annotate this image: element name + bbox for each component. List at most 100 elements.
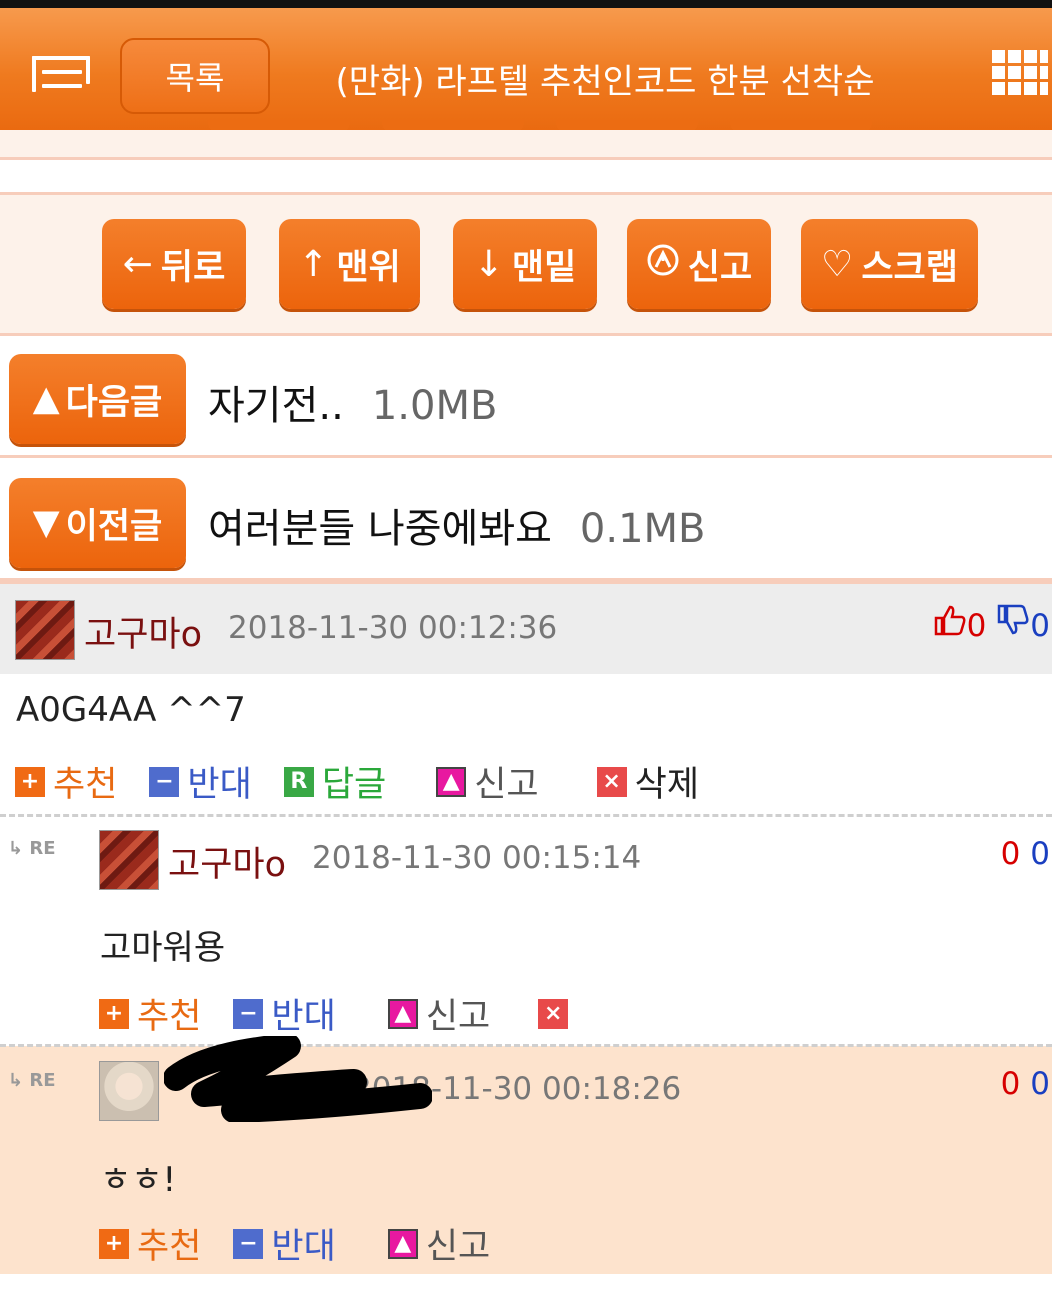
next-post-button[interactable]: ▲ 다음글 — [9, 354, 186, 444]
oppose-label: 반대 — [271, 1227, 336, 1267]
upvote-count: 0 — [1000, 836, 1021, 872]
comment-time: 2018-11-30 00:12:36 — [228, 610, 558, 646]
back-label: 뒤로 — [160, 247, 226, 288]
re-label: RE — [29, 838, 56, 859]
arrow-down-icon: ↓ — [473, 243, 504, 285]
prev-post-label: 이전글 — [65, 506, 163, 547]
upvote-count: 0 — [966, 608, 987, 644]
downvote-count: 0 — [1030, 1066, 1050, 1102]
minus-icon: − — [233, 998, 264, 1029]
comment-text: 고마워용 — [100, 928, 226, 968]
delete-button[interactable]: × 삭제 — [596, 756, 700, 807]
redaction-scribble — [164, 1036, 432, 1122]
avatar[interactable] — [99, 1061, 159, 1121]
comment-divider — [0, 1044, 1052, 1047]
prev-post-title: 여러분들 나중에봐요 — [208, 506, 552, 552]
upvote-count: 0 — [1000, 1066, 1021, 1102]
menu-icon[interactable] — [32, 56, 90, 92]
close-icon: × — [538, 998, 569, 1029]
top-button[interactable]: ↑ 맨위 — [279, 219, 420, 309]
back-button[interactable]: ← 뒤로 — [102, 219, 246, 309]
reply-button[interactable]: R 답글 — [283, 756, 387, 807]
plus-icon: + — [15, 766, 45, 797]
close-icon: × — [596, 766, 627, 797]
downvote-count: 0 — [1030, 608, 1050, 644]
report-comment-button[interactable]: ▲ 신고 — [436, 756, 539, 807]
oppose-button[interactable]: − 반대 — [233, 988, 336, 1039]
arrow-up-icon: ↑ — [298, 243, 329, 285]
arrow-left-icon: ← — [122, 243, 153, 285]
next-post-label: 다음글 — [65, 382, 163, 423]
reply-arrow-icon: ↳ RE — [8, 838, 56, 859]
comment-text: ㅎㅎ! — [100, 1160, 177, 1200]
comment-author[interactable]: 고구마o — [168, 836, 286, 887]
report-comment-label: 신고 — [425, 1227, 491, 1267]
bottom-label: 맨밑 — [511, 247, 577, 288]
comment-votes: 0 0 — [933, 604, 1050, 644]
plus-icon: + — [99, 998, 129, 1029]
recommend-button[interactable]: + 추천 — [99, 1218, 201, 1269]
prev-post-button[interactable]: ▼ 이전글 — [9, 478, 186, 568]
oppose-button[interactable]: − 반대 — [149, 756, 252, 807]
re-label: RE — [29, 1070, 56, 1091]
downvote-count: 0 — [1030, 836, 1050, 872]
next-post-link[interactable]: 자기전.. 1.0MB — [208, 373, 497, 431]
comment-votes: 0 0 — [1001, 1066, 1050, 1102]
siren-icon: ▲ — [436, 766, 467, 797]
delete-label: 삭제 — [634, 765, 700, 805]
recommend-label: 추천 — [137, 997, 202, 1037]
oppose-label: 반대 — [271, 997, 336, 1037]
report-comment-button[interactable]: ▲ 신고 — [387, 1218, 491, 1269]
siren-icon: ▲ — [387, 998, 418, 1029]
scrap-button[interactable]: ♡ 스크랩 — [801, 219, 978, 309]
plus-icon: + — [99, 1228, 129, 1259]
comment-actions: + 추천 − 반대 ▲ 신고 — [99, 1218, 522, 1269]
minus-icon: − — [149, 766, 180, 797]
report-button[interactable]: 신고 — [627, 219, 771, 309]
grid-menu-icon[interactable] — [992, 50, 1048, 106]
list-button[interactable]: 목록 — [120, 38, 270, 114]
header-bottom-strip — [0, 130, 1052, 160]
reply-r-icon: R — [283, 766, 314, 797]
triangle-up-icon: ▲ — [32, 379, 60, 419]
comment-author[interactable]: 고구마o — [84, 606, 202, 657]
scrap-label: 스크랩 — [861, 247, 958, 288]
minus-icon: − — [233, 1228, 264, 1259]
next-post-size: 1.0MB — [371, 383, 498, 429]
comment-time: 2018-11-30 00:15:14 — [312, 840, 642, 876]
app-header: 목록 (만화) 라프텔 추천인코드 한분 선착순 — [0, 8, 1052, 130]
prev-post-link[interactable]: 여러분들 나중에봐요 0.1MB — [208, 496, 706, 554]
page-title: (만화) 라프텔 추천인코드 한분 선착순 — [335, 62, 875, 102]
top-label: 맨위 — [336, 247, 401, 288]
thumbs-down-icon[interactable] — [996, 604, 1030, 644]
comment-text: A0G4AA ^^7 — [16, 690, 246, 730]
next-post-row[interactable]: ▲ 다음글 자기전.. 1.0MB — [0, 338, 1052, 458]
report-comment-label: 신고 — [425, 997, 491, 1037]
report-label: 신고 — [687, 247, 753, 288]
recommend-label: 추천 — [53, 765, 118, 805]
bottom-button[interactable]: ↓ 맨밑 — [453, 219, 597, 309]
recommend-button[interactable]: + 추천 — [15, 756, 117, 807]
reply-arrow-icon: ↳ RE — [8, 1070, 56, 1091]
comment-divider — [0, 814, 1052, 817]
comment-votes: 0 0 — [1001, 836, 1050, 872]
reply-label: 답글 — [321, 765, 387, 805]
recommend-button[interactable]: + 추천 — [99, 988, 201, 1039]
siren-circle-icon — [646, 243, 680, 286]
heart-icon: ♡ — [821, 243, 854, 285]
comment-actions: + 추천 − 반대 R 답글 ▲ 신고 × 삭제 — [15, 756, 731, 807]
prev-post-row[interactable]: ▼ 이전글 여러분들 나중에봐요 0.1MB — [0, 460, 1052, 580]
oppose-button[interactable]: − 반대 — [233, 1218, 336, 1269]
avatar[interactable] — [15, 600, 75, 660]
next-post-title: 자기전.. — [208, 383, 344, 429]
recommend-label: 추천 — [137, 1227, 202, 1267]
oppose-label: 반대 — [187, 765, 252, 805]
delete-button[interactable]: × — [538, 998, 576, 1029]
siren-icon: ▲ — [387, 1228, 418, 1259]
report-comment-button[interactable]: ▲ 신고 — [387, 988, 491, 1039]
thumbs-up-icon[interactable] — [933, 604, 967, 644]
avatar[interactable] — [99, 830, 159, 890]
prev-post-size: 0.1MB — [579, 506, 706, 552]
triangle-down-icon: ▼ — [32, 503, 60, 543]
comment-actions: + 추천 − 반대 ▲ 신고 × — [99, 988, 608, 1039]
